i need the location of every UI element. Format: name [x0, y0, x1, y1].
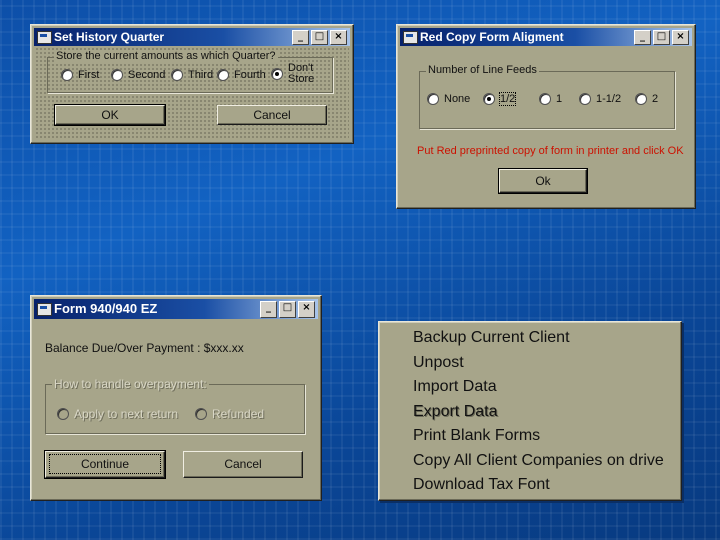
radio-circle[interactable] [539, 93, 551, 105]
app-icon [37, 303, 52, 316]
radio-label: Third [188, 69, 214, 81]
instruction-text: Put Red preprinted copy of form in print… [417, 145, 684, 157]
maximize-button[interactable]: □ [279, 301, 296, 318]
maximize-button[interactable]: □ [653, 30, 670, 45]
menu-item-backup-current-client[interactable]: Backup Current Client [413, 329, 570, 347]
ok-button[interactable]: Ok [498, 168, 588, 194]
radio-third[interactable]: Third [171, 69, 213, 81]
menu-item-export-data: Export Data [413, 403, 498, 420]
radio-circle[interactable] [271, 68, 283, 80]
radio-label: Refunded [212, 407, 265, 421]
radio-fourth[interactable]: Fourth [217, 69, 266, 81]
radio-half[interactable]: 1/2 [483, 92, 517, 106]
radio-label: Second [128, 69, 166, 81]
radio-circle[interactable] [111, 69, 123, 81]
menu-item-download-tax-font[interactable]: Download Tax Font [413, 476, 550, 494]
radio-label: Apply to next return [74, 407, 179, 421]
radio-circle[interactable] [57, 408, 69, 420]
maximize-button[interactable]: □ [311, 30, 328, 45]
title-bar[interactable]: Form 940/940 EZ _ □ × [34, 299, 318, 319]
window-title: Set History Quarter [54, 30, 165, 44]
radio-first[interactable]: First [61, 69, 99, 81]
radio-two[interactable]: 2 [635, 93, 658, 105]
radio-dont-store[interactable]: Don't Store [271, 63, 314, 85]
radio-circle[interactable] [171, 69, 183, 81]
window-title: Red Copy Form Aligment [420, 30, 564, 44]
radio-circle[interactable] [427, 93, 439, 105]
radio-circle[interactable] [217, 69, 229, 81]
radio-label: Fourth [234, 69, 266, 81]
radio-circle[interactable] [195, 408, 207, 420]
radio-second[interactable]: Second [111, 69, 165, 81]
title-bar[interactable]: Set History Quarter _ □ × [34, 28, 350, 46]
menu-item-import-data[interactable]: Import Data [413, 378, 497, 396]
radio-label: None [444, 93, 471, 105]
close-button[interactable]: × [298, 301, 315, 318]
overpayment-group-label: How to handle overpayment: [52, 377, 209, 391]
app-icon [37, 31, 52, 44]
radio-apply-next-return[interactable]: Apply to next return [57, 407, 178, 421]
cancel-button[interactable]: Cancel [217, 105, 327, 125]
radio-label: Don't Store [288, 62, 315, 85]
radio-label: 1-1/2 [596, 93, 622, 105]
minimize-button[interactable]: _ [260, 301, 277, 318]
radio-label: First [78, 69, 100, 81]
window-title: Form 940/940 EZ [54, 301, 158, 316]
radio-refunded[interactable]: Refunded [195, 407, 264, 421]
quarter-group-label: Store the current amounts as which Quart… [54, 50, 278, 62]
radio-none[interactable]: None [427, 93, 470, 105]
radio-one[interactable]: 1 [539, 93, 562, 105]
red-copy-form-alignment-window: Red Copy Form Aligment _ □ × Number of L… [396, 24, 696, 209]
menu-item-unpost[interactable]: Unpost [413, 354, 464, 372]
radio-label: 2 [652, 93, 659, 105]
client-menu: Backup Current Client Unpost Import Data… [378, 321, 682, 501]
balance-due-label: Balance Due/Over Payment : $xxx.xx [45, 341, 244, 355]
menu-item-print-blank-forms[interactable]: Print Blank Forms [413, 427, 540, 445]
ok-button[interactable]: OK [54, 104, 166, 126]
radio-circle[interactable] [579, 93, 591, 105]
app-icon [403, 31, 418, 44]
set-history-quarter-window: Set History Quarter _ □ × Store the curr… [30, 24, 354, 144]
radio-one-and-half[interactable]: 1-1/2 [579, 93, 621, 105]
close-button[interactable]: × [672, 30, 689, 45]
minimize-button[interactable]: _ [634, 30, 651, 45]
close-button[interactable]: × [330, 30, 347, 45]
minimize-button[interactable]: _ [292, 30, 309, 45]
radio-circle[interactable] [61, 69, 73, 81]
title-bar[interactable]: Red Copy Form Aligment _ □ × [400, 28, 692, 46]
cancel-button[interactable]: Cancel [183, 451, 303, 478]
radio-label: 1 [556, 93, 563, 105]
form-940-window: Form 940/940 EZ _ □ × Balance Due/Over P… [30, 295, 322, 501]
radio-label: 1/2 [498, 92, 517, 106]
line-feeds-group-label: Number of Line Feeds [426, 64, 539, 76]
radio-circle[interactable] [483, 93, 495, 105]
continue-button[interactable]: Continue [44, 450, 166, 479]
radio-circle[interactable] [635, 93, 647, 105]
menu-item-copy-all-client-companies[interactable]: Copy All Client Companies on drive [413, 452, 664, 470]
